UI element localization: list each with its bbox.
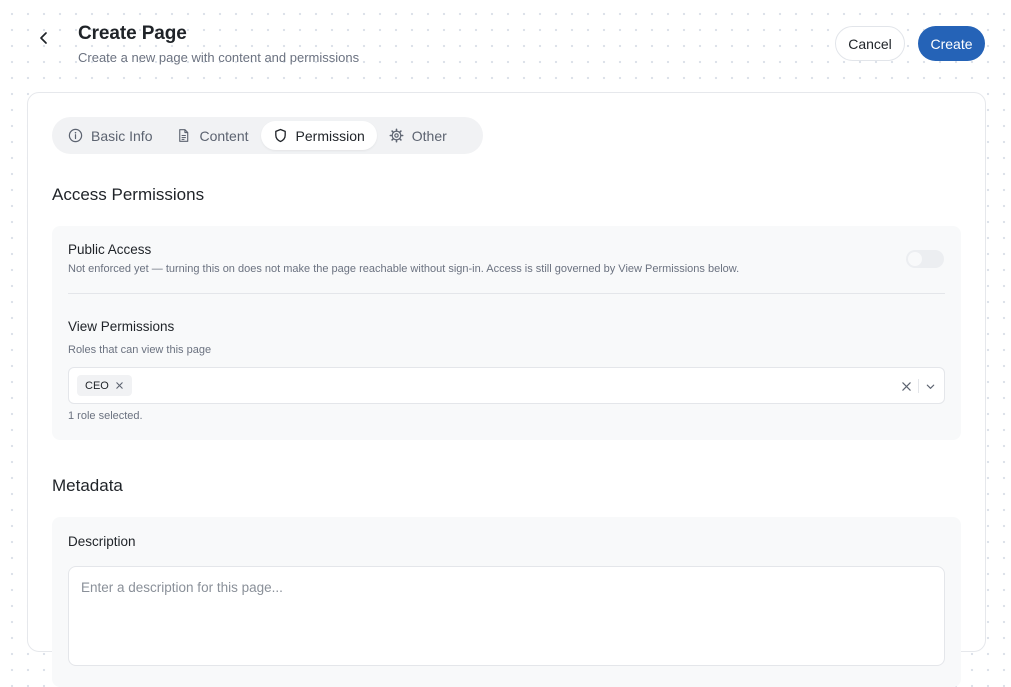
page-subtitle: Create a new page with content and permi… [78, 50, 360, 65]
roles-selected-count: 1 role selected. [68, 410, 143, 422]
page-title: Create Page [78, 23, 187, 44]
chip-remove-button[interactable] [115, 381, 124, 390]
metadata-panel: Description [52, 517, 961, 687]
cancel-button[interactable]: Cancel [835, 26, 905, 61]
tab-label: Content [199, 127, 249, 144]
info-icon [68, 128, 83, 143]
view-permissions-help: Roles that can view this page [68, 344, 212, 356]
tab-other[interactable]: Other [377, 121, 459, 150]
chevron-left-icon [40, 32, 47, 44]
description-label: Description [68, 534, 136, 549]
tab-permission[interactable]: Permission [260, 121, 377, 150]
chip-label: CEO [85, 379, 109, 392]
close-icon [116, 382, 123, 389]
back-button[interactable] [30, 24, 58, 52]
metadata-heading: Metadata [52, 476, 123, 495]
toggle-knob [908, 252, 922, 266]
divider [68, 293, 945, 294]
tab-label: Other [411, 127, 447, 144]
chevron-down-icon [926, 384, 934, 389]
roles-multi-select[interactable]: CEO [68, 367, 945, 404]
public-access-help: Not enforced yet — turning this on does … [68, 263, 740, 275]
view-permissions-label: View Permissions [68, 319, 175, 334]
dropdown-toggle[interactable] [923, 379, 937, 393]
tab-content[interactable]: Content [164, 121, 260, 150]
shield-icon [274, 128, 286, 143]
role-chip-ceo: CEO [77, 375, 132, 396]
gear-icon [389, 128, 404, 143]
document-icon [179, 129, 189, 142]
page-header: Create Page Create a new page with conte… [0, 0, 1011, 90]
tab-label: Basic Info [91, 127, 153, 144]
public-access-toggle[interactable] [906, 250, 944, 268]
form-card: Basic Info Content Permission Other Acce… [27, 92, 986, 687]
select-divider [918, 379, 919, 393]
description-input[interactable] [68, 566, 945, 666]
create-button[interactable]: Create [918, 26, 985, 61]
clear-selection-button[interactable] [899, 379, 913, 393]
access-permissions-heading: Access Permissions [52, 185, 205, 204]
tab-label: Permission [295, 127, 365, 144]
tab-bar: Basic Info Content Permission Other [52, 117, 483, 154]
access-permissions-panel: Public Access Not enforced yet — turning… [52, 226, 961, 440]
close-icon [901, 381, 911, 391]
public-access-label: Public Access [68, 242, 152, 257]
tab-basic-info[interactable]: Basic Info [56, 121, 164, 150]
